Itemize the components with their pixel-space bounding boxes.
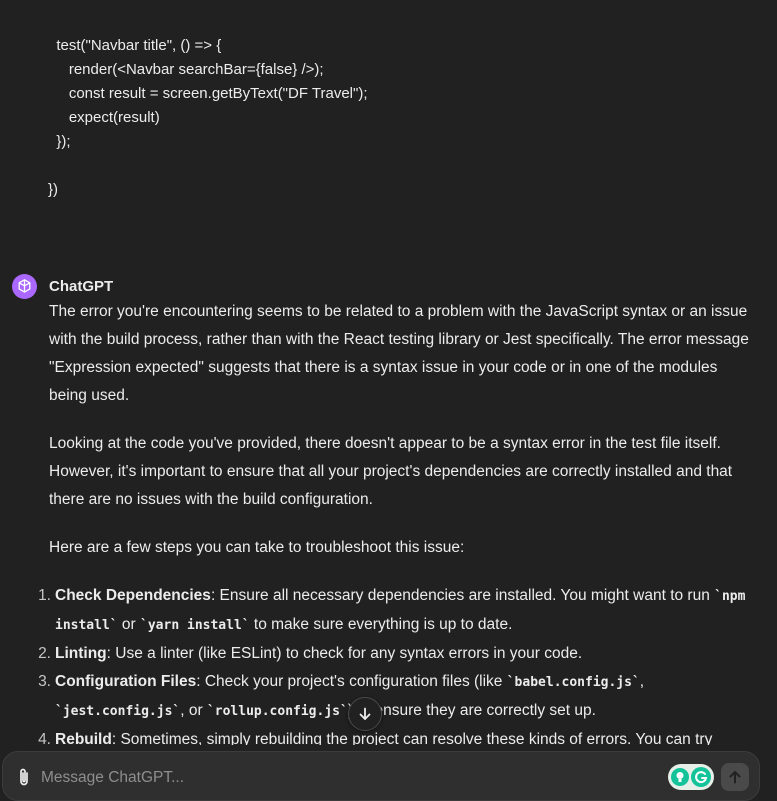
assistant-name: ChatGPT xyxy=(49,277,114,295)
step-title: Check Dependencies xyxy=(55,587,211,604)
code-line: render(<Navbar searchBar={false} />); xyxy=(48,61,324,78)
grammarly-icon xyxy=(691,767,711,787)
step-text: ) to ensure they are correctly set up. xyxy=(347,702,596,719)
code-line: }); xyxy=(48,133,71,150)
chat-page: test("Navbar title", () => { render(<Nav… xyxy=(0,0,777,801)
list-number: 3. xyxy=(38,673,51,690)
message-composer xyxy=(2,751,760,801)
step-text: : Ensure all necessary dependencies are … xyxy=(210,587,715,604)
bulb-icon xyxy=(671,768,689,786)
list-item: 3. Configuration Files: Check your projec… xyxy=(38,668,749,726)
inline-code: `babel.config.js` xyxy=(506,675,640,690)
list-item: 1. Check Dependencies: Ensure all necessa… xyxy=(38,582,749,640)
inline-code: `jest.config.js` xyxy=(55,704,181,719)
step-title: Configuration Files xyxy=(55,673,197,690)
step-text: , or xyxy=(180,702,207,719)
inline-code: `rollup.config.js` xyxy=(206,704,348,719)
paperclip-icon xyxy=(20,768,28,786)
arrow-down-icon xyxy=(359,707,371,720)
message-input[interactable] xyxy=(39,764,603,792)
user-code-snippet: test("Navbar title", () => { render(<Nav… xyxy=(48,34,368,202)
step-text: to make sure everything is up to date. xyxy=(249,616,513,633)
scroll-to-bottom-button[interactable] xyxy=(348,697,382,731)
step-text: , xyxy=(639,673,645,690)
arrow-up-icon xyxy=(729,771,741,784)
grammarly-widget[interactable] xyxy=(668,764,714,790)
openai-logo-icon xyxy=(12,273,37,299)
message-paragraph: The error you're encountering seems to b… xyxy=(49,303,749,404)
step-text: : Check your project's configuration fil… xyxy=(196,673,507,690)
message-paragraph: Here are a few steps you can take to tro… xyxy=(49,539,465,556)
code-line: expect(result) xyxy=(48,109,160,126)
code-line: }) xyxy=(48,181,59,198)
code-line: test("Navbar title", () => { xyxy=(48,37,222,54)
assistant-header: ChatGPT xyxy=(12,273,113,299)
message-paragraph: Looking at the code you've provided, the… xyxy=(49,435,733,508)
list-item: 2. Linting: Use a linter (like ESLint) to… xyxy=(38,640,749,668)
inline-code: `yarn install` xyxy=(140,618,250,633)
attach-button[interactable] xyxy=(13,766,35,788)
assistant-message: The error you're encountering seems to b… xyxy=(38,298,749,754)
step-title: Linting xyxy=(55,645,107,662)
send-button[interactable] xyxy=(721,763,749,791)
code-line: const result = screen.getByText("DF Trav… xyxy=(48,85,368,102)
list-number: 1. xyxy=(38,587,51,604)
step-text: or xyxy=(117,616,141,633)
step-text: : Use a linter (like ESLint) to check fo… xyxy=(106,645,583,662)
list-number: 2. xyxy=(38,645,51,662)
troubleshoot-steps-list: 1. Check Dependencies: Ensure all necessa… xyxy=(38,582,749,754)
